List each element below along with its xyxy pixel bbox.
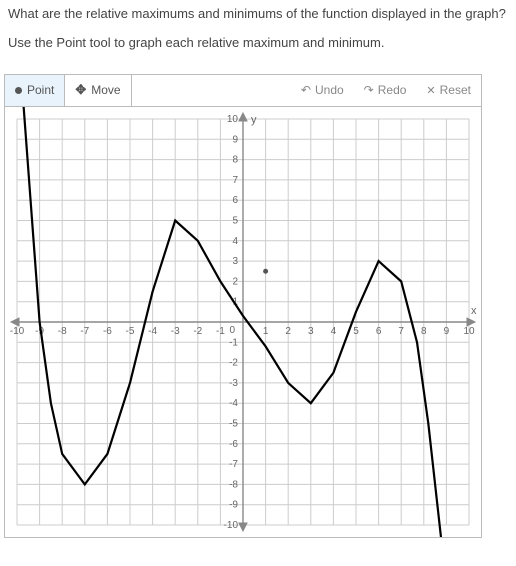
redo-label: Redo [378,83,407,97]
svg-text:-4: -4 [148,326,157,337]
svg-text:-8: -8 [229,479,238,490]
svg-text:4: 4 [232,236,238,247]
plot-area[interactable]: -10-9-8-7-6-5-4-3-2-1012345678910-10-9-8… [5,107,481,537]
move-icon: ✥ [75,82,86,98]
svg-text:y: y [251,114,257,126]
graph-applet: Point ✥ Move ↶ Undo ↷ Redo ✕ Reset -10-9… [4,74,482,538]
svg-text:-6: -6 [103,326,112,337]
svg-text:-1: -1 [229,337,238,348]
svg-text:-5: -5 [229,418,238,429]
svg-text:4: 4 [331,326,337,337]
svg-text:x: x [471,305,477,317]
svg-text:8: 8 [421,326,427,337]
svg-text:0: 0 [229,325,235,336]
undo-button[interactable]: ↶ Undo [291,75,354,106]
svg-text:5: 5 [353,326,359,337]
point-icon [15,87,22,94]
undo-icon: ↶ [301,83,311,97]
move-label: Move [91,83,120,97]
svg-text:-10: -10 [224,520,239,531]
redo-icon: ↷ [364,83,374,97]
svg-text:2: 2 [232,276,238,287]
svg-text:2: 2 [285,326,291,337]
svg-text:-4: -4 [229,398,238,409]
svg-text:-9: -9 [229,500,238,511]
svg-text:8: 8 [232,154,238,165]
svg-text:-3: -3 [171,326,180,337]
svg-text:-2: -2 [229,357,238,368]
undo-label: Undo [315,83,344,97]
svg-text:9: 9 [444,326,450,337]
plot-svg[interactable]: -10-9-8-7-6-5-4-3-2-1012345678910-10-9-8… [5,107,481,537]
instruction-text: Use the Point tool to graph each relativ… [8,35,508,50]
reset-icon: ✕ [426,84,435,97]
svg-text:7: 7 [232,175,238,186]
svg-text:-1: -1 [216,326,225,337]
svg-text:-7: -7 [229,459,238,470]
toolbar: Point ✥ Move ↶ Undo ↷ Redo ✕ Reset [5,75,481,107]
svg-text:-3: -3 [229,378,238,389]
svg-text:10: 10 [463,326,475,337]
spacer [132,75,291,106]
svg-text:3: 3 [232,256,238,267]
point-label: Point [27,83,54,97]
svg-text:-2: -2 [193,326,202,337]
reset-label: Reset [440,83,471,97]
reset-button[interactable]: ✕ Reset [416,75,481,106]
redo-button[interactable]: ↷ Redo [354,75,417,106]
svg-text:5: 5 [232,215,238,226]
move-tool-button[interactable]: ✥ Move [65,75,131,106]
point-tool-button[interactable]: Point [5,75,65,106]
svg-text:-5: -5 [126,326,135,337]
svg-text:6: 6 [376,326,382,337]
svg-text:6: 6 [232,195,238,206]
question-text: What are the relative maximums and minim… [8,6,508,23]
svg-text:7: 7 [398,326,404,337]
svg-text:10: 10 [227,114,239,125]
svg-text:-10: -10 [10,326,25,337]
svg-text:-7: -7 [80,326,89,337]
svg-text:-6: -6 [229,439,238,450]
svg-text:1: 1 [263,326,269,337]
svg-text:3: 3 [308,326,314,337]
svg-text:9: 9 [232,134,238,145]
svg-text:-8: -8 [58,326,67,337]
